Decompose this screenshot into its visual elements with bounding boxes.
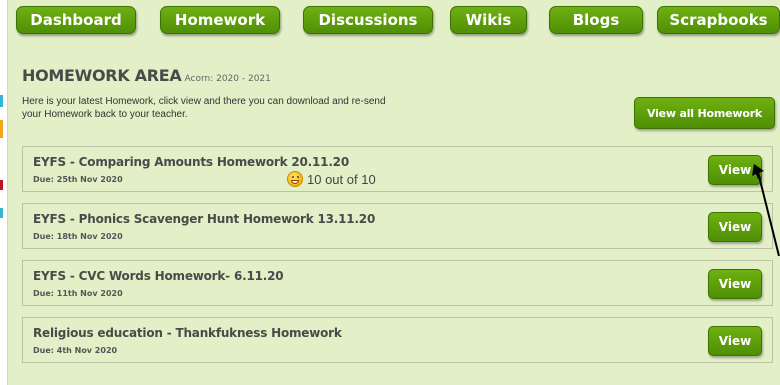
tab-discussions[interactable]: Discussions — [303, 6, 433, 34]
homework-item: EYFS - Phonics Scavenger Hunt Homework 1… — [22, 203, 773, 249]
homework-grade: 10 out of 10 — [287, 171, 376, 187]
homework-item: EYFS - Comparing Amounts Homework 20.11.… — [22, 146, 773, 192]
homework-title: EYFS - CVC Words Homework- 6.11.20 — [33, 269, 284, 283]
page-title: HOMEWORK AREA Acorn: 2020 - 2021 — [22, 66, 271, 85]
page-title-text: HOMEWORK AREA — [22, 66, 182, 85]
homework-title: EYFS - Phonics Scavenger Hunt Homework 1… — [33, 212, 376, 226]
page-subtitle: Acorn: 2020 - 2021 — [184, 74, 271, 84]
homework-due-date: Due: 25th Nov 2020 — [33, 175, 123, 184]
tab-scrapbooks[interactable]: Scrapbooks — [657, 6, 780, 34]
edge-decoration — [0, 120, 3, 138]
tab-dashboard[interactable]: Dashboard — [16, 6, 136, 34]
homework-item: EYFS - CVC Words Homework- 6.11.20 Due: … — [22, 260, 773, 306]
edge-decoration — [0, 180, 3, 190]
homework-due-date: Due: 18th Nov 2020 — [33, 232, 123, 241]
edge-decoration — [0, 95, 3, 107]
smiley-icon — [287, 171, 303, 187]
mouse-pointer-icon — [752, 164, 780, 257]
homework-item: Religious education - Thankfukness Homew… — [22, 317, 773, 363]
tab-homework[interactable]: Homework — [160, 6, 280, 34]
tab-wikis[interactable]: Wikis — [450, 6, 527, 34]
tab-blogs[interactable]: Blogs — [549, 6, 643, 34]
homework-title: Religious education - Thankfukness Homew… — [33, 326, 342, 340]
view-all-homework-button[interactable]: View all Homework — [634, 97, 775, 129]
homework-title: EYFS - Comparing Amounts Homework 20.11.… — [33, 155, 349, 169]
homework-due-date: Due: 4th Nov 2020 — [33, 346, 118, 355]
grade-text: 10 out of 10 — [307, 171, 376, 187]
view-button[interactable]: View — [708, 269, 762, 299]
homework-due-date: Due: 11th Nov 2020 — [33, 289, 123, 298]
edge-decoration — [0, 208, 3, 218]
intro-text: Here is your latest Homework, click view… — [22, 96, 386, 120]
view-button[interactable]: View — [708, 326, 762, 356]
main-nav: Dashboard Homework Discussions Wikis Blo… — [0, 0, 780, 40]
